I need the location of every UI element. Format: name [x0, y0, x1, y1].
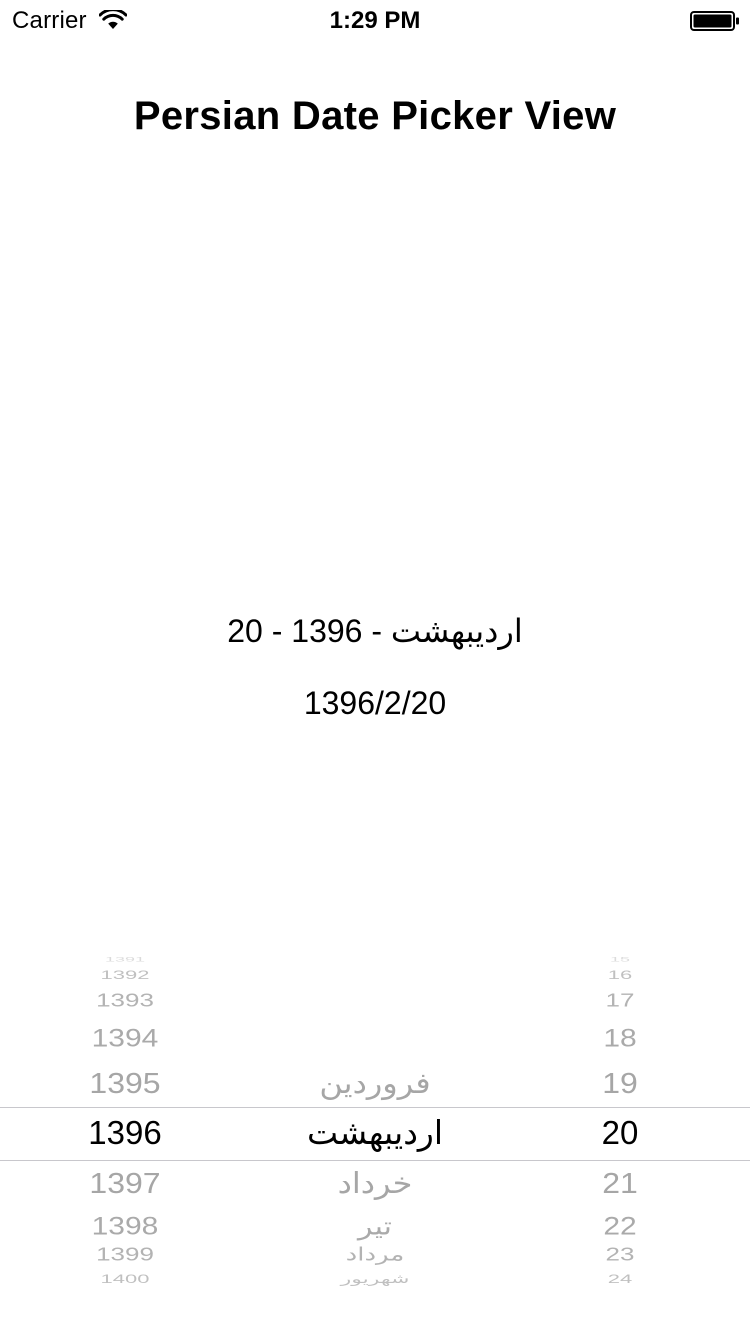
year-wheel[interactable]: 1391 1392 1393 1394 1395 1396 1397 1398 1399 1400: [40, 955, 210, 1300]
day-option-selected[interactable]: 20: [560, 1113, 680, 1153]
persian-date-label: 20 - اردیبهشت - 1396: [227, 613, 523, 649]
day-option-option[interactable]: 23: [560, 1244, 680, 1266]
month-option-option[interactable]: شهریور: [270, 1272, 480, 1287]
battery-full-icon: [690, 11, 739, 31]
day-option-option[interactable]: 15: [560, 956, 680, 964]
day-option-option[interactable]: 22: [560, 1212, 680, 1242]
month-option-option[interactable]: فروردین: [270, 1066, 480, 1101]
month-option-option[interactable]: مرداد: [270, 1244, 480, 1266]
month-option-option[interactable]: تیر: [270, 1212, 480, 1242]
clock: 1:29 PM: [329, 7, 421, 34]
year-option-selected[interactable]: 1396: [40, 1113, 210, 1153]
day-option-option[interactable]: 24: [560, 1272, 680, 1287]
month-option-option[interactable]: خرداد: [270, 1166, 480, 1201]
year-option-option[interactable]: 1399: [40, 1244, 210, 1266]
year-option-option[interactable]: 1394: [40, 1024, 210, 1054]
day-wheel[interactable]: 15 16 17 18 19 20 21 22 23 24: [560, 955, 680, 1300]
status-bar: Carrier 1:29 PM: [0, 0, 750, 40]
year-option-option[interactable]: 1393: [40, 990, 210, 1012]
persian-date-picker[interactable]: 1391 1392 1393 1394 1395 1396 1397 1398 1399 1400…: [0, 955, 750, 1300]
numeric-date-label: 1396/2/20: [303, 685, 447, 721]
day-option-option[interactable]: 19: [560, 1066, 680, 1101]
month-option-selected[interactable]: اردیبهشت: [270, 1113, 480, 1153]
year-option-option[interactable]: 1400: [40, 1272, 210, 1287]
month-wheel[interactable]: فروردین اردیبهشت خرداد تیر مرداد شهریور: [270, 955, 480, 1300]
year-option-option[interactable]: 1395: [40, 1066, 210, 1101]
day-option-option[interactable]: 16: [560, 968, 680, 983]
year-option-option[interactable]: 1397: [40, 1166, 210, 1201]
year-option-option[interactable]: 1392: [40, 968, 210, 983]
page-title: Persian Date Picker View: [133, 94, 617, 138]
day-option-option[interactable]: 21: [560, 1166, 680, 1201]
day-option-option[interactable]: 18: [560, 1024, 680, 1054]
year-option-option[interactable]: 1398: [40, 1212, 210, 1242]
year-option-option[interactable]: 1391: [40, 956, 210, 964]
day-option-option[interactable]: 17: [560, 990, 680, 1012]
